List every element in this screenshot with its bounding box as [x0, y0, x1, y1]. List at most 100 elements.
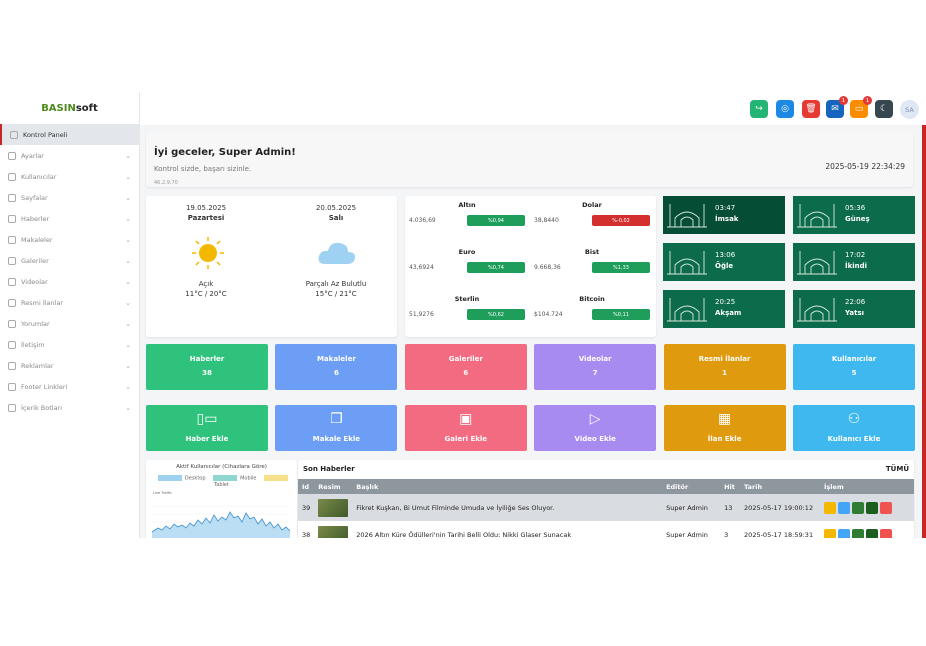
stat-card[interactable]: Videolar 7 [534, 344, 657, 390]
image-icon: ▣ [459, 411, 473, 427]
sidebar-item[interactable]: Yorumlar ⌄ [0, 313, 139, 334]
legend-swatch-desktop [157, 475, 182, 481]
edit-icon[interactable] [866, 528, 879, 538]
check-icon[interactable] [852, 528, 865, 538]
share-icon[interactable] [824, 501, 837, 514]
sidebar-item[interactable]: Reklamlar ⌄ [0, 355, 139, 376]
quick-action-button[interactable]: ❐ Makale Ekle [275, 405, 398, 451]
website-button[interactable]: ◎ [776, 100, 794, 118]
sidebar-item[interactable]: Footer Linkleri ⌄ [0, 376, 139, 397]
quick-action-button[interactable]: ⚇ Kullanıcı Ekle [793, 405, 915, 451]
stat-card[interactable]: Haberler 38 [146, 344, 268, 390]
news-title-cell[interactable]: 2026 Altın Küre Ödülleri'nin Tarihi Bell… [352, 521, 662, 539]
currency-card: Altın 4.036,69 %0,94 Dolar 38,8440 %-0,02… [405, 196, 656, 337]
prayer-time: 05:36 [845, 204, 866, 212]
latest-news-card: Son Haberler TÜMÜ Id Resim Başlık Editör Hit… [298, 460, 914, 538]
sidebar-nav: Kontrol Paneli Ayarlar ⌄ Kullanıcılar ⌄ Sayfa… [0, 124, 139, 418]
comments-badge: 1 [863, 96, 872, 105]
stat-label: Haberler [189, 355, 225, 363]
quick-action-button[interactable]: ▯▭ Haber Ekle [146, 405, 268, 451]
sidebar-item-label: Ayarlar [21, 151, 44, 160]
prayer-name: Akşam [715, 309, 742, 317]
sidebar-item[interactable]: Ayarlar ⌄ [0, 145, 139, 166]
currency-value: 43,6924 [409, 264, 434, 271]
trash-icon[interactable] [880, 501, 893, 514]
sun-icon [192, 237, 224, 269]
scrollbar[interactable] [922, 125, 926, 538]
eye-icon[interactable] [838, 528, 851, 538]
quick-action-label: Video Ekle [574, 435, 616, 443]
currency-name: Bitcoin [579, 295, 605, 303]
brand-logo[interactable]: BASIN soft [0, 92, 139, 124]
stat-label: Videolar [578, 355, 612, 363]
quick-action-button[interactable]: ▷ Video Ekle [534, 405, 657, 451]
share-button[interactable]: ↪ [750, 100, 768, 118]
news-table: Id Resim Başlık Editör Hit Tarih İşlem 39 Fikr… [298, 479, 914, 538]
prayer-time-card: 17:02 İkindi [793, 243, 915, 281]
currency-name: Altın [458, 201, 476, 209]
stat-card[interactable]: Galeriler 6 [404, 344, 527, 390]
news-title: Son Haberler [303, 465, 355, 473]
version-text: 46.2.9.70 [154, 180, 178, 186]
sidebar-item-icon [8, 172, 16, 181]
news-icon: ▯▭ [196, 411, 218, 427]
weather-date: 19.05.2025 [185, 204, 227, 212]
quick-action-label: Haber Ekle [185, 435, 229, 443]
stat-card[interactable]: Resmi İlanlar 1 [663, 344, 786, 390]
table-header[interactable]: Resim [314, 479, 353, 494]
table-header[interactable]: Id [298, 479, 315, 494]
avatar[interactable]: SA [900, 100, 919, 119]
moon-icon: ☾ [879, 104, 889, 114]
prayer-name: İmsak [715, 215, 739, 223]
news-all-link[interactable]: TÜMÜ [886, 465, 909, 473]
stat-card[interactable]: Makaleler 6 [275, 344, 398, 390]
sidebar-item[interactable]: İçerik Botları ⌄ [0, 397, 139, 418]
chevron-down-icon: ⌄ [125, 340, 131, 349]
clear-cache-button[interactable]: 🗑 [802, 100, 820, 118]
sidebar-item[interactable]: Kontrol Paneli [0, 124, 139, 145]
comments-button[interactable]: ▭ 1 [850, 96, 872, 118]
prayer-time-card: 03:47 İmsak [663, 196, 785, 234]
trash-icon[interactable] [880, 528, 893, 538]
sidebar-item[interactable]: İletişim ⌄ [0, 334, 139, 355]
sidebar-item-label: İçerik Botları [21, 403, 63, 412]
sidebar-item[interactable]: Kullanıcılar ⌄ [0, 166, 139, 187]
check-icon[interactable] [852, 501, 865, 514]
table-row[interactable]: 39 Fikret Kuşkan, Bi Umut Filminde Umuda… [298, 494, 914, 521]
news-thumbnail [318, 525, 349, 538]
mosque-icon [797, 204, 837, 228]
eye-icon[interactable] [838, 501, 851, 514]
messages-button[interactable]: ✉ 1 [826, 96, 848, 118]
chevron-down-icon: ⌄ [125, 277, 131, 286]
news-title-cell[interactable]: Fikret Kuşkan, Bi Umut Filminde Umuda ve… [352, 494, 663, 521]
table-header[interactable]: Tarih [740, 479, 821, 494]
stat-card[interactable]: Kullanıcılar 5 [793, 344, 915, 390]
share-icon[interactable] [824, 528, 837, 538]
sidebar-item[interactable]: Videolar ⌄ [0, 271, 139, 292]
table-header[interactable]: Hit [720, 479, 741, 494]
sidebar-item[interactable]: Resmi İlanlar ⌄ [0, 292, 139, 313]
sidebar-item[interactable]: Makaleler ⌄ [0, 229, 139, 250]
chevron-down-icon: ⌄ [125, 256, 131, 265]
sidebar-item[interactable]: Sayfalar ⌄ [0, 187, 139, 208]
brand-rest: soft [75, 102, 98, 114]
sidebar-item[interactable]: Galeriler ⌄ [0, 250, 139, 271]
edit-icon[interactable] [866, 501, 879, 514]
sidebar-item-icon [8, 214, 16, 223]
sidebar-item-label: Sayfalar [21, 193, 48, 202]
table-header[interactable]: Editör [662, 479, 721, 494]
quick-action-button[interactable]: ▦ İlan Ekle [663, 405, 786, 451]
document-icon: ❐ [330, 411, 343, 427]
table-header[interactable]: İşlem [820, 479, 914, 494]
table-header[interactable]: Başlık [352, 479, 663, 494]
sidebar-item-icon [8, 277, 16, 286]
welcome-card: İyi geceler, Super Admin! Kontrol sizde,… [146, 132, 913, 187]
chart-title: Aktif Kullanıcılar (Cihazlara Göre) [176, 464, 267, 470]
table-row[interactable]: 38 2026 Altın Küre Ödülleri'nin Tarihi B… [298, 521, 914, 538]
dark-mode-button[interactable]: ☾ [875, 100, 893, 118]
weather-date: 20.05.2025 [315, 204, 357, 212]
quick-action-button[interactable]: ▣ Galeri Ekle [404, 405, 527, 451]
sidebar-item-icon [8, 193, 16, 202]
sidebar-item[interactable]: Haberler ⌄ [0, 208, 139, 229]
currency-change-badge: %0,74 [467, 262, 525, 273]
